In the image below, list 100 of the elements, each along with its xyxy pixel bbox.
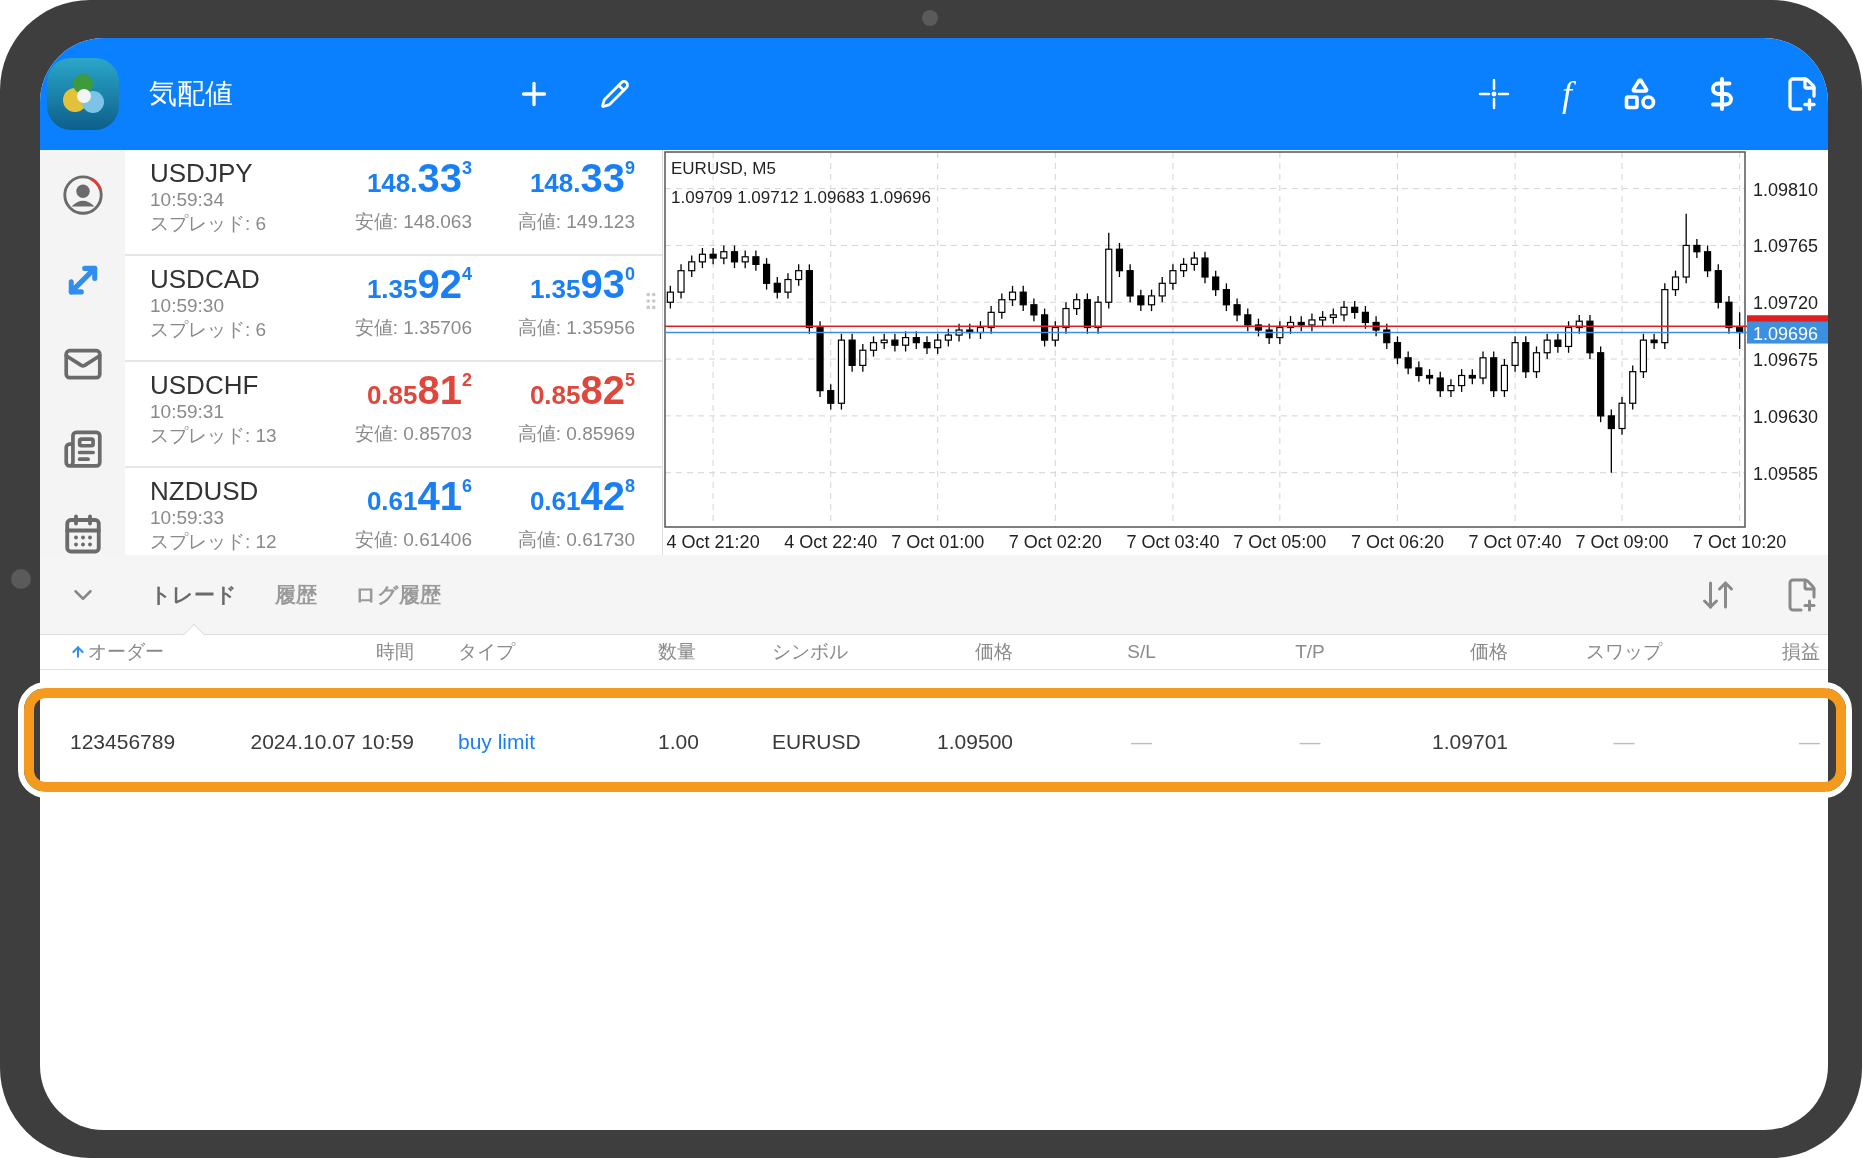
y-axis-label: 1.09630 bbox=[1753, 406, 1819, 427]
spread-label: スプレッド: 6 bbox=[150, 212, 268, 236]
candle bbox=[1511, 335, 1519, 373]
candle bbox=[805, 263, 813, 335]
app-logo-icon[interactable] bbox=[44, 56, 121, 132]
chart-title: EURUSD, M5 bbox=[671, 159, 776, 178]
column-header[interactable]: 時間 bbox=[376, 637, 414, 667]
candle bbox=[1586, 314, 1594, 360]
candle bbox=[709, 247, 717, 265]
candle bbox=[1297, 315, 1305, 332]
candle bbox=[1447, 378, 1455, 398]
column-header[interactable]: スワップ bbox=[1586, 637, 1662, 667]
candle bbox=[1671, 270, 1680, 297]
table-cell-text: EURUSD bbox=[772, 729, 861, 756]
table-cell-text: 1.09500 bbox=[937, 729, 1013, 756]
candle bbox=[1244, 307, 1252, 332]
column-header[interactable]: 価格 bbox=[1470, 637, 1508, 667]
pencil-icon[interactable] bbox=[600, 79, 630, 109]
symbol-name: USDJPY bbox=[150, 158, 254, 188]
candle bbox=[848, 333, 856, 373]
column-header[interactable]: 数量 bbox=[658, 637, 696, 667]
candle bbox=[1564, 320, 1573, 354]
candle bbox=[1522, 335, 1530, 379]
candle bbox=[1265, 323, 1273, 345]
candle bbox=[1736, 311, 1744, 350]
app-bar-title: 気配値 bbox=[149, 77, 234, 111]
candle bbox=[1703, 244, 1712, 278]
symbol-name: NZDUSD bbox=[150, 476, 260, 506]
y-axis-label: 1.09765 bbox=[1753, 236, 1819, 257]
shapes-icon[interactable] bbox=[1622, 76, 1658, 112]
candle bbox=[1308, 312, 1316, 332]
candle bbox=[1479, 350, 1487, 385]
candle bbox=[1490, 350, 1498, 398]
candle bbox=[1436, 371, 1444, 398]
candle bbox=[1532, 345, 1541, 379]
candle bbox=[1158, 276, 1166, 303]
column-header[interactable]: タイプ bbox=[458, 637, 515, 667]
table-cell-text: — bbox=[1799, 729, 1820, 756]
candle bbox=[698, 247, 707, 269]
candle bbox=[1083, 292, 1091, 335]
quote-time: 10:59:34 bbox=[150, 188, 225, 212]
candle bbox=[1383, 323, 1391, 350]
candle bbox=[1714, 263, 1722, 310]
symbol-name: USDCHF bbox=[150, 370, 260, 400]
candle bbox=[1661, 282, 1669, 350]
column-header[interactable]: 価格 bbox=[975, 637, 1013, 667]
candle bbox=[1041, 307, 1049, 348]
candle bbox=[902, 330, 910, 353]
table-cell-text: — bbox=[1299, 729, 1321, 756]
candle bbox=[1062, 301, 1070, 335]
spread-label: スプレッド: 13 bbox=[150, 424, 278, 448]
candle bbox=[1404, 350, 1412, 375]
candle bbox=[1372, 315, 1380, 337]
candle bbox=[1575, 314, 1583, 335]
candle bbox=[1554, 333, 1562, 354]
x-axis-label: 7 Oct 01:00 bbox=[891, 532, 985, 552]
candle bbox=[773, 276, 781, 300]
candle bbox=[1319, 310, 1327, 327]
high-price: 高値: 0.61730 bbox=[517, 528, 635, 552]
column-header[interactable]: T/P bbox=[1295, 637, 1325, 667]
spread-label: スプレッド: 12 bbox=[150, 530, 278, 554]
column-header[interactable]: オーダー bbox=[88, 637, 164, 667]
toolbox-tab[interactable]: 履歴 bbox=[275, 554, 317, 635]
candle bbox=[730, 244, 739, 269]
candle bbox=[1254, 318, 1263, 337]
candle bbox=[1233, 297, 1241, 322]
candle bbox=[1115, 242, 1124, 278]
candle bbox=[955, 323, 963, 343]
ohlc-values: 1.09709 1.09712 1.09683 1.09696 bbox=[671, 188, 931, 207]
news-icon[interactable] bbox=[61, 428, 104, 469]
low-price: 安値: 148.063 bbox=[354, 210, 472, 234]
candle bbox=[880, 333, 888, 350]
symbol-name: USDCAD bbox=[150, 264, 261, 294]
candle bbox=[1286, 315, 1295, 335]
candle bbox=[1361, 305, 1369, 330]
crosshair-icon[interactable] bbox=[1478, 78, 1510, 110]
candle bbox=[1351, 300, 1359, 320]
candle bbox=[827, 383, 835, 411]
toolbox-tab[interactable]: トレード bbox=[150, 554, 237, 635]
candle bbox=[666, 285, 674, 310]
column-header[interactable]: シンボル bbox=[772, 637, 848, 667]
spread-label: スプレッド: 6 bbox=[150, 318, 268, 342]
toolbox-tab[interactable]: ログ履歴 bbox=[355, 554, 441, 635]
candle bbox=[1094, 295, 1102, 335]
candle bbox=[1415, 360, 1423, 383]
high-price: 高値: 0.85969 bbox=[517, 422, 635, 446]
candle bbox=[1030, 297, 1038, 322]
indicator-button[interactable]: f bbox=[1556, 76, 1578, 112]
candle bbox=[1725, 295, 1733, 335]
candle bbox=[976, 320, 985, 340]
candle bbox=[720, 244, 728, 265]
candle bbox=[1329, 307, 1337, 325]
x-axis-label: 7 Oct 05:00 bbox=[1233, 532, 1327, 552]
candle bbox=[923, 335, 931, 355]
account-icon[interactable] bbox=[60, 174, 105, 217]
candle bbox=[1607, 408, 1615, 474]
candle bbox=[1693, 238, 1701, 259]
column-header[interactable]: 損益 bbox=[1782, 637, 1820, 667]
column-header[interactable]: S/L bbox=[1127, 637, 1156, 667]
candle bbox=[677, 263, 685, 300]
